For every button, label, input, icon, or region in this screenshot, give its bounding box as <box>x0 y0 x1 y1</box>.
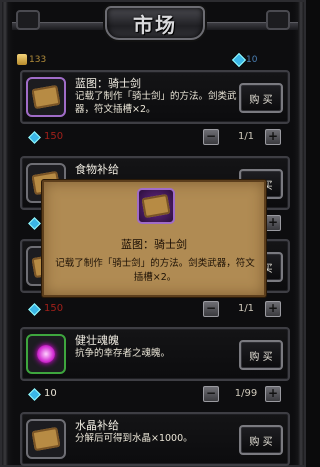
tooltip-item-description: 记载了制作「骑士剑」的方法。剑类武器，符文插槽×2。 <box>55 258 255 283</box>
quantity-display: 1/99 <box>234 388 258 399</box>
increase-quantity-button[interactable]: + <box>265 386 281 402</box>
title-plate: 市场 <box>105 6 205 40</box>
corner-ornament-right <box>266 10 290 30</box>
buy-button[interactable]: 购 买 <box>239 83 283 113</box>
increase-quantity-button[interactable]: + <box>265 215 281 231</box>
item-name: 水晶补给 <box>75 419 119 432</box>
item-icon-frame <box>26 334 66 374</box>
corner-ornament-left <box>16 10 40 30</box>
gold-coin-icon <box>17 54 27 65</box>
tooltip-item-icon-frame <box>137 188 175 224</box>
gem-icon <box>231 52 247 68</box>
gem-icon <box>28 303 41 316</box>
crystal-scroll-icon <box>31 426 61 452</box>
price-row: 150 − 1/1 + <box>20 300 290 320</box>
gem-icon <box>28 217 41 230</box>
item-icon-frame <box>26 77 66 117</box>
item-name: 蓝图：骑士剑 <box>75 77 141 90</box>
soul-orb-icon <box>37 345 55 363</box>
buy-button[interactable]: 购 买 <box>239 425 283 455</box>
decrease-quantity-button[interactable]: − <box>203 129 219 145</box>
currency-bar: 133 10 <box>12 52 298 68</box>
item-name: 食物补给 <box>75 163 119 176</box>
quantity-display: 1/1 <box>237 303 255 314</box>
item-description: 记载了制作「骑士剑」的方法。剑类武器，符文插槽×2。 <box>75 91 237 115</box>
gem-icon <box>28 388 41 401</box>
item-price: 10 <box>44 388 57 399</box>
item-icon-frame <box>26 419 66 459</box>
buy-button[interactable]: 购 买 <box>239 340 283 370</box>
item-description: 抗争的幸存者之魂魄。 <box>75 348 171 359</box>
gem-icon <box>28 131 41 144</box>
gold-amount: 133 <box>29 55 47 65</box>
price-row: 10 − 1/99 + <box>20 385 290 405</box>
tooltip-item-name: 蓝图：骑士剑 <box>121 238 187 251</box>
decrease-quantity-button[interactable]: − <box>203 386 219 402</box>
item-name: 健壮魂魄 <box>75 334 119 347</box>
increase-quantity-button[interactable]: + <box>265 301 281 317</box>
gem-amount: 10 <box>246 55 258 65</box>
quantity-display: 1/1 <box>237 131 255 142</box>
item-description: 分解后可得到水晶×1000。 <box>75 433 193 444</box>
shop-item-robust-soul[interactable]: 健壮魂魄 抗争的幸存者之魂魄。 购 买 <box>20 327 290 381</box>
price-row: 150 − 1/1 + <box>20 128 290 148</box>
blueprint-scroll-icon <box>31 84 61 110</box>
shop-item-crystal-supply[interactable]: 水晶补给 分解后可得到水晶×1000。 购 买 <box>20 412 290 466</box>
item-price: 150 <box>44 131 64 142</box>
increase-quantity-button[interactable]: + <box>265 129 281 145</box>
market-window: 市场 133 10 蓝图：骑士剑 记载了制作「骑士剑」的方法。剑类武器，符文插槽… <box>0 0 306 467</box>
item-tooltip: 蓝图：骑士剑 记载了制作「骑士剑」的方法。剑类武器，符文插槽×2。 <box>42 180 266 297</box>
decrease-quantity-button[interactable]: − <box>203 301 219 317</box>
blueprint-scroll-icon <box>141 193 171 219</box>
item-price: 150 <box>44 303 64 314</box>
window-title: 市场 <box>133 12 177 37</box>
shop-item-blueprint-knight-sword[interactable]: 蓝图：骑士剑 记载了制作「骑士剑」的方法。剑类武器，符文插槽×2。 购 买 <box>20 70 290 124</box>
